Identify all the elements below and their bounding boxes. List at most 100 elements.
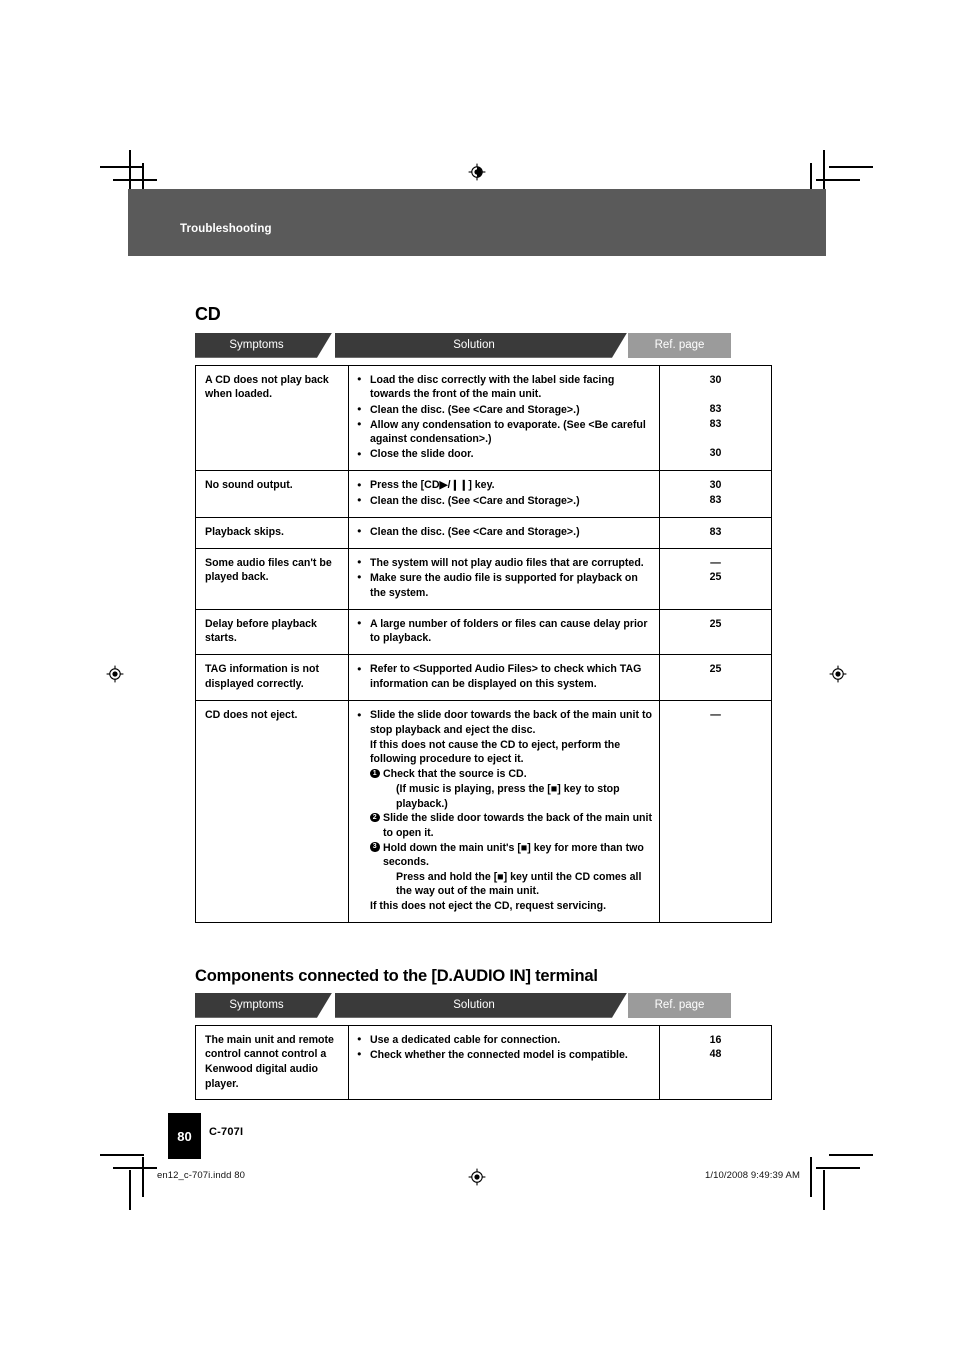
solution-spacer bbox=[357, 1063, 653, 1089]
cell-solution: A large number of folders or files can c… bbox=[348, 608, 660, 656]
cell-solution: The system will not play audio files tha… bbox=[348, 547, 660, 610]
cell-ref-page: 30 . 83 83 . 30 bbox=[659, 364, 772, 472]
crop-mark bbox=[113, 179, 157, 181]
solution-item: Clean the disc. (See <Care and Storage>.… bbox=[357, 402, 653, 418]
solution-list: Slide the slide door towards the back of… bbox=[357, 708, 653, 767]
cell-symptom: TAG information is not displayed correct… bbox=[195, 654, 349, 702]
registration-target-icon-bottom bbox=[468, 1168, 486, 1186]
table-header-cd: Symptoms Solution Ref. page bbox=[195, 332, 731, 358]
cell-ref-page: 16 48 bbox=[659, 1024, 772, 1101]
cell-solution: Press the [CD▶/❙❙] key. Clean the disc. … bbox=[348, 470, 660, 518]
crop-mark bbox=[823, 150, 825, 190]
table-row: No sound output. Press the [CD▶/❙❙] key.… bbox=[195, 470, 772, 518]
ref-page-value: 30 bbox=[709, 446, 722, 459]
eject-intro: If this does not cause the CD to eject, … bbox=[370, 738, 621, 766]
ref-page-value: 83 bbox=[709, 525, 722, 538]
page-content: CD Symptoms Solution Ref. page A CD does… bbox=[195, 304, 772, 1101]
solution-item: Make sure the audio file is supported fo… bbox=[357, 570, 653, 600]
troubleshooting-table-daudio: The main unit and remote control cannot … bbox=[195, 1024, 772, 1101]
ref-page-value: 83 bbox=[709, 494, 722, 507]
solution-item: Check whether the connected model is com… bbox=[357, 1047, 653, 1063]
solution-item: The system will not play audio files tha… bbox=[357, 555, 653, 571]
eject-step: 2 Slide the slide door towards the back … bbox=[370, 811, 653, 840]
cell-solution: Load the disc correctly with the label s… bbox=[348, 364, 660, 472]
solution-list: Refer to <Supported Audio Files> to chec… bbox=[357, 662, 653, 691]
solution-item: Slide the slide door towards the back of… bbox=[357, 708, 653, 737]
ref-page-value: 83 bbox=[709, 403, 722, 416]
crop-mark bbox=[100, 166, 144, 168]
ref-page-value: 48 bbox=[709, 1048, 722, 1061]
cell-solution: Clean the disc. (See <Care and Storage>.… bbox=[348, 516, 660, 549]
table-row: CD does not eject. Slide the slide door … bbox=[195, 700, 772, 923]
cell-ref-page: 25 bbox=[659, 608, 772, 656]
solution-item: Load the disc correctly with the label s… bbox=[357, 372, 653, 402]
crop-mark bbox=[810, 1157, 812, 1197]
table-row: TAG information is not displayed correct… bbox=[195, 654, 772, 702]
crop-mark bbox=[113, 1167, 157, 1169]
cell-solution-eject: Slide the slide door towards the back of… bbox=[348, 700, 660, 923]
solution-item: A large number of folders or files can c… bbox=[357, 616, 653, 646]
ref-page-value: 30 bbox=[709, 479, 722, 492]
ref-page-value: 30 bbox=[709, 373, 722, 386]
crop-mark bbox=[142, 1157, 144, 1197]
step-subtext: (If music is playing, press the [■] key … bbox=[396, 783, 620, 810]
ref-page-value: 25 bbox=[709, 663, 722, 676]
running-header-label: Troubleshooting bbox=[180, 223, 272, 235]
solution-item: Clean the disc. (See <Care and Storage>.… bbox=[357, 524, 653, 540]
solution-item: Use a dedicated cable for connection. bbox=[357, 1032, 653, 1048]
ref-page-value: — bbox=[710, 709, 721, 722]
solution-item: Clean the disc. (See <Care and Storage>.… bbox=[357, 493, 653, 509]
registration-target-icon-right bbox=[829, 665, 847, 683]
table-row: Playback skips. Clean the disc. (See <Ca… bbox=[195, 516, 772, 549]
cell-ref-page: — bbox=[659, 700, 772, 923]
solution-list: The system will not play audio files tha… bbox=[357, 555, 653, 600]
table-header-daudio: Symptoms Solution Ref. page bbox=[195, 992, 731, 1018]
step-number-badge: 1 bbox=[370, 768, 380, 779]
cell-symptom: Delay before playback starts. bbox=[195, 608, 349, 656]
column-header-ref-page: Ref. page bbox=[628, 992, 731, 1018]
crop-mark bbox=[823, 1170, 825, 1210]
crop-mark bbox=[829, 166, 873, 168]
cell-ref-page: — 25 bbox=[659, 547, 772, 610]
column-header-ref-page: Ref. page bbox=[628, 332, 731, 358]
indd-filename: en12_c-707i.indd 80 bbox=[157, 1170, 245, 1181]
solution-item: Refer to <Supported Audio Files> to chec… bbox=[357, 662, 653, 691]
step-number-badge: 3 bbox=[370, 842, 380, 852]
step-text: Hold down the main unit's [■] key for mo… bbox=[383, 841, 644, 869]
ref-page-value: 16 bbox=[709, 1033, 722, 1046]
eject-step: 3 Hold down the main unit's [■] key for … bbox=[370, 841, 653, 899]
troubleshooting-table-cd: A CD does not play back when loaded. Loa… bbox=[195, 364, 772, 923]
solution-list: A large number of folders or files can c… bbox=[357, 616, 653, 646]
column-header-symptoms: Symptoms bbox=[195, 333, 332, 358]
step-subtext: Press and hold the [■] key until the CD … bbox=[396, 870, 642, 898]
cell-symptom: Some audio files can't be played back. bbox=[195, 547, 349, 610]
cell-symptom: No sound output. bbox=[195, 470, 349, 518]
cell-solution: Refer to <Supported Audio Files> to chec… bbox=[348, 654, 660, 702]
crop-mark bbox=[129, 1170, 131, 1210]
eject-steps: 1 Check that the source is CD. (If music… bbox=[357, 767, 653, 898]
table-row: Delay before playback starts. A large nu… bbox=[195, 608, 772, 656]
column-header-solution: Solution bbox=[335, 333, 627, 358]
step-number-badge: 2 bbox=[370, 812, 380, 823]
section-title-daudio: Components connected to the [D.AUDIO IN]… bbox=[195, 966, 598, 985]
registration-target-icon-top bbox=[468, 163, 486, 181]
solution-list: Press the [CD▶/❙❙] key. Clean the disc. … bbox=[357, 478, 653, 508]
cell-ref-page: 83 bbox=[659, 516, 772, 549]
column-header-symptoms: Symptoms bbox=[195, 993, 332, 1018]
print-timestamp: 1/10/2008 9:49:39 AM bbox=[705, 1170, 800, 1181]
model-name: C-707I bbox=[209, 1126, 244, 1138]
cell-symptom: A CD does not play back when loaded. bbox=[195, 364, 349, 472]
cell-solution: Use a dedicated cable for connection. Ch… bbox=[348, 1024, 660, 1101]
table-row: The main unit and remote control cannot … bbox=[195, 1024, 772, 1101]
cell-symptom: Playback skips. bbox=[195, 516, 349, 549]
solution-list: Load the disc correctly with the label s… bbox=[357, 372, 653, 462]
step-text: Slide the slide door towards the back of… bbox=[383, 812, 652, 839]
crop-mark bbox=[829, 1154, 873, 1156]
ref-page-value: 83 bbox=[709, 417, 722, 430]
crop-mark bbox=[100, 1154, 144, 1156]
solution-item: Allow any condensation to evaporate. (Se… bbox=[357, 417, 653, 447]
solution-item: Press the [CD▶/❙❙] key. bbox=[357, 478, 653, 493]
table-row: Some audio files can't be played back. T… bbox=[195, 547, 772, 610]
solution-list: Clean the disc. (See <Care and Storage>.… bbox=[357, 524, 653, 540]
eject-closing: If this does not eject the CD, request s… bbox=[370, 899, 607, 912]
